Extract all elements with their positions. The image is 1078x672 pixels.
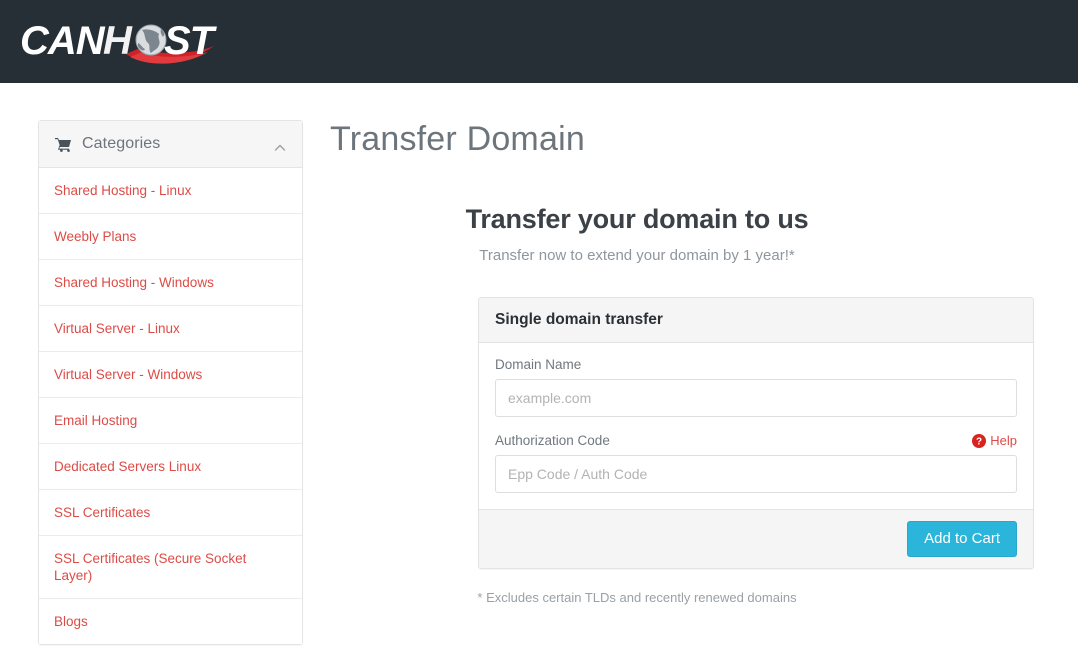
authorization-code-group: Authorization Code ? Help bbox=[495, 433, 1017, 493]
globe-icon bbox=[135, 24, 167, 56]
panel-heading: Single domain transfer bbox=[479, 298, 1033, 343]
authorization-code-label-row: Authorization Code ? Help bbox=[495, 433, 1017, 448]
page-body: Categories Shared Hosting - Linux Weebly… bbox=[0, 83, 1078, 672]
domain-name-label: Domain Name bbox=[495, 357, 582, 372]
canhost-logo-svg: CAN H ST bbox=[20, 19, 219, 64]
main-content: Transfer Domain Transfer your domain to … bbox=[330, 83, 1050, 605]
authorization-code-label: Authorization Code bbox=[495, 433, 610, 448]
sidebar-item-blogs[interactable]: Blogs bbox=[39, 599, 302, 644]
sidebar-item-ssl-certificates-secure-socket-layer[interactable]: SSL Certificates (Secure Socket Layer) bbox=[39, 536, 302, 599]
panel-title: Single domain transfer bbox=[495, 311, 663, 328]
authorization-code-input[interactable] bbox=[495, 455, 1017, 493]
panel-body: Domain Name Authorization Code ? bbox=[479, 343, 1033, 509]
sidebar-item-email-hosting[interactable]: Email Hosting bbox=[39, 398, 302, 444]
categories-list: Shared Hosting - Linux Weebly Plans Shar… bbox=[39, 168, 302, 644]
sidebar-item-shared-hosting-windows[interactable]: Shared Hosting - Windows bbox=[39, 260, 302, 306]
add-to-cart-button[interactable]: Add to Cart bbox=[907, 521, 1017, 557]
domain-name-label-row: Domain Name bbox=[495, 357, 1017, 372]
sidebar-item-shared-hosting-linux[interactable]: Shared Hosting - Linux bbox=[39, 168, 302, 214]
page-title: Transfer Domain bbox=[330, 120, 585, 158]
categories-sidebar: Categories Shared Hosting - Linux Weebly… bbox=[38, 120, 303, 645]
panel-footer: Add to Cart bbox=[479, 509, 1033, 568]
domain-name-input[interactable] bbox=[495, 379, 1017, 417]
sidebar-item-ssl-certificates[interactable]: SSL Certificates bbox=[39, 490, 302, 536]
canhost-logo[interactable]: CAN H ST CANHOST bbox=[18, 17, 258, 67]
svg-text:?: ? bbox=[976, 436, 982, 447]
shopping-cart-icon bbox=[55, 137, 72, 152]
transfer-heading: Transfer your domain to us bbox=[465, 204, 809, 234]
help-label: Help bbox=[990, 433, 1017, 448]
svg-text:ST: ST bbox=[164, 19, 218, 63]
transfer-subheading: Transfer now to extend your domain by 1 … bbox=[479, 247, 795, 264]
site-header: CAN H ST CANHOST bbox=[0, 0, 1078, 83]
transfer-footnote: * Excludes certain TLDs and recently ren… bbox=[477, 590, 797, 605]
categories-title: Categories bbox=[82, 135, 161, 152]
categories-header[interactable]: Categories bbox=[39, 121, 302, 168]
help-link[interactable]: ? Help bbox=[972, 433, 1017, 448]
sidebar-item-virtual-server-windows[interactable]: Virtual Server - Windows bbox=[39, 352, 302, 398]
sidebar-item-virtual-server-linux[interactable]: Virtual Server - Linux bbox=[39, 306, 302, 352]
chevron-up-icon[interactable] bbox=[274, 141, 286, 153]
svg-text:H: H bbox=[103, 19, 133, 63]
sidebar-item-dedicated-servers-linux[interactable]: Dedicated Servers Linux bbox=[39, 444, 302, 490]
domain-name-group: Domain Name bbox=[495, 357, 1017, 417]
single-domain-transfer-panel: Single domain transfer Domain Name Autho… bbox=[478, 297, 1034, 569]
svg-text:CAN: CAN bbox=[20, 19, 106, 63]
sidebar-item-weebly-plans[interactable]: Weebly Plans bbox=[39, 214, 302, 260]
question-circle-icon: ? bbox=[972, 433, 987, 448]
